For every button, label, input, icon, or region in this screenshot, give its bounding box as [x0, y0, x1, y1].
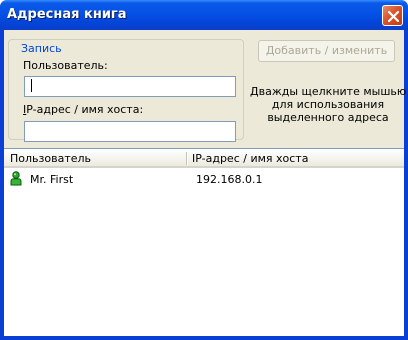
entry-groupbox: Запись Пользователь: IP-адрес / имя хост…: [8, 39, 244, 142]
text-caret: [31, 79, 32, 92]
add-edit-button[interactable]: Добавить / изменить: [258, 40, 395, 62]
entry-group-legend: Запись: [19, 42, 64, 55]
row-host: 192.168.0.1: [196, 173, 263, 186]
ip-host-input[interactable]: [24, 121, 236, 142]
row-user: Mr. First: [30, 173, 74, 186]
double-click-hint: Дважды щелкните мышью для использования …: [250, 85, 407, 124]
user-input[interactable]: [24, 76, 236, 97]
close-button[interactable]: [382, 5, 403, 26]
column-divider[interactable]: [186, 152, 188, 165]
close-icon: [387, 10, 400, 23]
list-item[interactable]: Mr. First 192.168.0.1: [4, 170, 404, 188]
address-list[interactable]: Пользователь IP-адрес / имя хоста Mr. Fi…: [4, 148, 404, 336]
user-icon: [10, 171, 22, 190]
window-title: Адресная книга: [7, 7, 127, 22]
ip-host-label: IP-адрес / имя хоста:: [23, 103, 144, 116]
address-book-window: Адресная книга Запись Пользователь: IP-а…: [0, 0, 408, 340]
user-label: Пользователь:: [23, 59, 108, 72]
column-header-user[interactable]: Пользователь: [10, 152, 91, 165]
column-header-ip-host[interactable]: IP-адрес / имя хоста: [192, 152, 308, 165]
list-header: Пользователь IP-адрес / имя хоста: [4, 149, 404, 168]
title-bar[interactable]: Адресная книга: [0, 0, 408, 30]
dialog-client-area: Запись Пользователь: IP-адрес / имя хост…: [4, 30, 407, 336]
